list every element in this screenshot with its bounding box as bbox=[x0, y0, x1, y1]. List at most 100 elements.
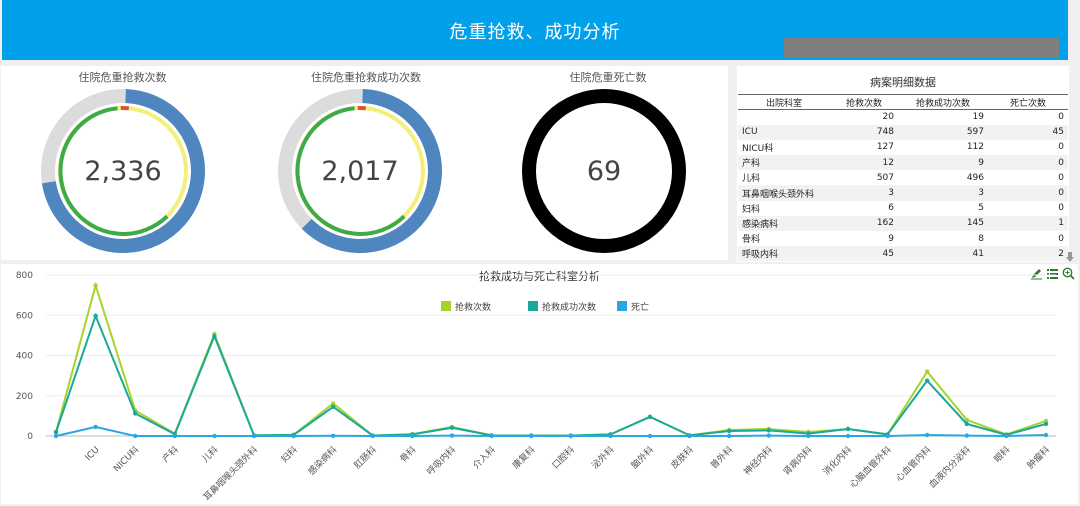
data-point bbox=[410, 433, 415, 439]
x-tick-label: 神经内科 bbox=[741, 444, 775, 478]
dashboard: 危重抢救、成功分析 住院危重抢救次数 住院危重抢救成功次数 住院危重死亡数 2,… bbox=[0, 0, 1080, 506]
cell-success: 112 bbox=[966, 142, 984, 153]
col-header-death[interactable]: 死亡次数 bbox=[988, 94, 1068, 110]
cell-success: 145 bbox=[898, 215, 988, 231]
y-tick-label: 400 bbox=[16, 352, 33, 362]
data-point bbox=[845, 426, 851, 432]
cell-dept: ICU bbox=[738, 124, 830, 140]
data-point bbox=[1043, 432, 1049, 438]
cell-success: 8 bbox=[978, 233, 984, 244]
legend-label: 抢救次数 bbox=[455, 301, 491, 313]
data-point bbox=[93, 424, 98, 430]
x-tick-label: 感染病科 bbox=[305, 444, 339, 478]
cell-dept: NICU科 bbox=[742, 143, 774, 154]
table-row[interactable]: NICU科 127 112 0 bbox=[738, 140, 1068, 155]
cell-rescue: 45 bbox=[830, 246, 898, 262]
table-row[interactable]: 骨科 9 8 0 bbox=[738, 231, 1068, 246]
cell-rescue: 507 bbox=[876, 172, 894, 183]
legend-swatch bbox=[441, 301, 451, 311]
table-row[interactable]: 妇科 6 5 0 bbox=[738, 201, 1068, 216]
cell-success: 3 bbox=[898, 185, 988, 201]
table-row[interactable]: 感染病科 162 145 1 bbox=[738, 215, 1068, 231]
table-header-row: 出院科室 抢救次数 抢救成功次数 死亡次数 bbox=[738, 94, 1068, 110]
cell-death: 0 bbox=[988, 155, 1068, 171]
table-title: 病案明细数据 bbox=[870, 76, 936, 89]
detail-table: 出院科室 抢救次数 抢救成功次数 死亡次数 20 19 0 ICU 748 597 45 NI… bbox=[738, 94, 1068, 262]
data-point bbox=[172, 433, 177, 439]
cell-dept bbox=[738, 110, 830, 125]
data-point bbox=[885, 433, 890, 439]
cell-dept: 产科 bbox=[738, 155, 830, 171]
data-point bbox=[964, 433, 969, 438]
data-point bbox=[925, 432, 930, 438]
y-tick-label: 800 bbox=[16, 271, 33, 281]
kpi-value-death: 69 bbox=[586, 156, 622, 187]
x-tick-label: 皮肤科 bbox=[668, 444, 696, 472]
x-tick-label: 普外科 bbox=[708, 444, 736, 472]
data-point bbox=[727, 433, 732, 439]
cell-dept: 骨科 bbox=[742, 235, 761, 246]
data-point bbox=[608, 433, 613, 439]
x-tick-label: 肿瘤科 bbox=[1025, 444, 1053, 472]
cell-dept: 耳鼻咽喉头颈外科 bbox=[738, 185, 830, 201]
data-point bbox=[212, 333, 217, 339]
cell-death: 0 bbox=[1058, 142, 1064, 153]
data-point bbox=[727, 428, 732, 434]
table-row[interactable]: 20 19 0 bbox=[738, 110, 1068, 125]
data-point bbox=[806, 433, 811, 439]
data-point bbox=[133, 411, 138, 416]
cell-rescue: 20 bbox=[882, 112, 894, 123]
header-filter-bar[interactable] bbox=[784, 38, 1059, 58]
data-point bbox=[93, 283, 98, 288]
data-point bbox=[925, 378, 930, 383]
x-tick-label: 心血管内科 bbox=[893, 444, 933, 484]
x-tick-label: 儿科 bbox=[199, 444, 220, 465]
cell-rescue: 6 bbox=[888, 203, 894, 214]
data-point bbox=[331, 433, 336, 438]
data-point bbox=[370, 433, 375, 439]
table-row[interactable]: ICU 748 597 45 bbox=[738, 124, 1068, 140]
data-point bbox=[489, 433, 494, 439]
table-row[interactable]: 呼吸内科 45 41 2 bbox=[738, 246, 1068, 262]
x-tick-label: 泌外科 bbox=[589, 444, 617, 472]
x-tick-label: 妇科 bbox=[278, 444, 299, 465]
x-tick-label: 康复科 bbox=[510, 444, 538, 472]
data-point bbox=[449, 433, 455, 438]
cell-dept: 呼吸内科 bbox=[738, 246, 830, 262]
cell-death: 45 bbox=[988, 124, 1068, 140]
col-header-rescue[interactable]: 抢救次数 bbox=[830, 94, 898, 110]
x-tick-label: 眼科 bbox=[991, 444, 1012, 465]
data-point bbox=[133, 433, 138, 439]
data-point bbox=[529, 433, 534, 439]
data-point bbox=[291, 433, 296, 439]
data-point bbox=[53, 429, 59, 435]
cell-rescue: 162 bbox=[830, 215, 898, 231]
header-banner: 危重抢救、成功分析 bbox=[2, 0, 1068, 60]
x-tick-label: 脑外科 bbox=[629, 444, 657, 472]
cell-rescue: 12 bbox=[830, 155, 898, 171]
table-row[interactable]: 耳鼻咽喉头颈外科 3 3 0 bbox=[738, 185, 1068, 201]
y-tick-label: 600 bbox=[16, 311, 33, 321]
data-point bbox=[766, 428, 771, 433]
data-point bbox=[212, 433, 217, 439]
cell-dept: 妇科 bbox=[742, 204, 761, 215]
cell-success: 496 bbox=[966, 172, 984, 183]
cell-death: 0 bbox=[988, 185, 1068, 201]
data-point bbox=[766, 433, 771, 438]
cell-death: 1 bbox=[988, 215, 1068, 231]
data-point bbox=[687, 433, 692, 439]
table-body: 20 19 0 ICU 748 597 45 NICU科 127 112 0 产科 12 9 0 儿科 507 4… bbox=[738, 110, 1068, 262]
table-row[interactable]: 产科 12 9 0 bbox=[738, 155, 1068, 171]
cell-success: 9 bbox=[898, 155, 988, 171]
x-tick-label: 肛肠科 bbox=[351, 444, 379, 472]
col-header-success[interactable]: 抢救成功次数 bbox=[898, 94, 988, 110]
line-chart: 0200400600800ICU NICU科 产科 儿科耳鼻咽喉头颈外科 妇科 感染病科肛… bbox=[16, 271, 1056, 503]
y-tick-label: 200 bbox=[16, 392, 33, 402]
col-header-dept[interactable]: 出院科室 bbox=[738, 94, 830, 110]
legend-swatch bbox=[617, 301, 627, 311]
x-tick-label: NICU科 bbox=[111, 444, 142, 475]
scroll-down-icon[interactable] bbox=[1066, 252, 1074, 262]
cell-dept: 儿科 bbox=[742, 174, 761, 185]
cell-success: 41 bbox=[898, 246, 988, 262]
table-row[interactable]: 儿科 507 496 0 bbox=[738, 170, 1068, 185]
